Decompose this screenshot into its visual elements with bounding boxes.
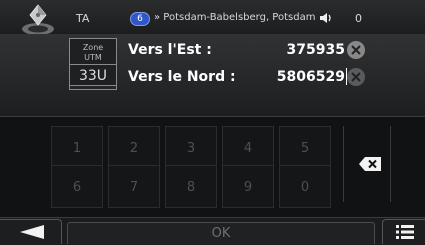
zone-label: Zone <box>82 43 104 52</box>
menu-button[interactable] <box>382 219 425 244</box>
key-4[interactable]: 4 <box>222 126 274 169</box>
clear-east-button[interactable] <box>347 41 365 59</box>
back-button[interactable] <box>0 219 62 244</box>
east-label: Vers l'Est : <box>128 42 212 58</box>
key-7[interactable]: 7 <box>108 165 160 208</box>
utm-label: UTM <box>84 53 102 62</box>
key-0[interactable]: 0 <box>279 165 331 208</box>
clear-circle-icon <box>351 72 361 82</box>
utm-zone-button[interactable]: 33U <box>69 64 117 90</box>
key-5[interactable]: 5 <box>279 126 331 169</box>
menu-icon <box>396 225 414 239</box>
counter-value: 0 <box>355 12 362 25</box>
key-3[interactable]: 3 <box>165 126 217 169</box>
back-arrow-icon <box>20 225 44 239</box>
key-1[interactable]: 1 <box>51 126 103 169</box>
ta-label: TA <box>76 12 90 25</box>
speaker-icon[interactable] <box>318 10 334 26</box>
ok-button[interactable]: OK <box>67 222 375 244</box>
key-6[interactable]: 6 <box>51 165 103 208</box>
key-2[interactable]: 2 <box>108 126 160 169</box>
clear-north-button[interactable] <box>347 68 365 86</box>
route-number-badge: 6 <box>130 12 150 26</box>
east-field[interactable]: 375935 <box>235 42 345 58</box>
current-road-label: » Potsdam-Babelsberg, Potsdam-Ze... <box>154 12 316 23</box>
backspace-icon <box>359 157 381 171</box>
north-label: Vers le Nord : <box>128 69 236 85</box>
clear-circle-icon <box>351 45 361 55</box>
backspace-button[interactable] <box>343 126 391 202</box>
key-8[interactable]: 8 <box>165 165 217 208</box>
north-field[interactable]: 5806529 <box>235 69 345 85</box>
utm-zone-value: 33U <box>78 68 108 84</box>
key-9[interactable]: 9 <box>222 165 274 208</box>
